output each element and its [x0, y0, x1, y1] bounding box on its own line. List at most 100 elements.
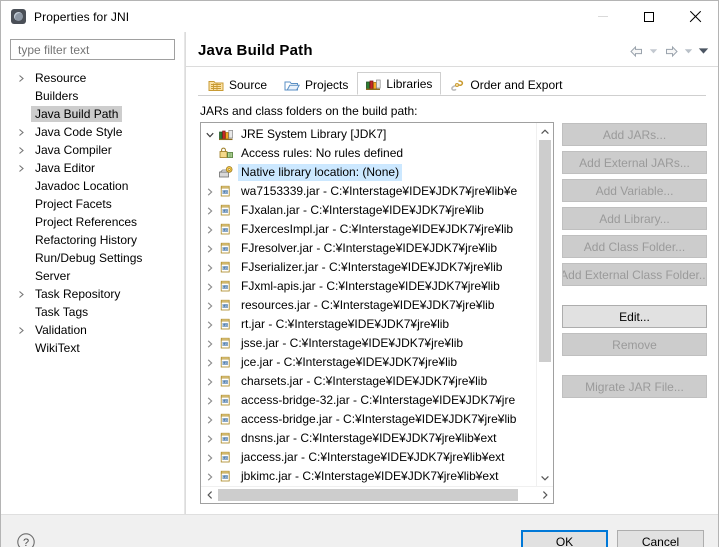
- table-row[interactable]: 010 FJxalan.jar - C:¥Interstage¥IDE¥JDK7…: [201, 201, 536, 220]
- table-row[interactable]: 010 FJresolver.jar - C:¥Interstage¥IDE¥J…: [201, 239, 536, 258]
- back-arrow-icon[interactable]: [627, 43, 645, 59]
- cancel-button[interactable]: Cancel: [617, 529, 704, 547]
- table-row[interactable]: 010 jbkimc.jar - C:¥Interstage¥IDE¥JDK7¥…: [201, 467, 536, 486]
- sidebar-item-resource[interactable]: Resource: [1, 69, 184, 87]
- scroll-down-icon[interactable]: [537, 469, 553, 486]
- expand-chevron-icon[interactable]: [201, 206, 218, 216]
- table-row[interactable]: 010 FJxercesImpl.jar - C:¥Interstage¥IDE…: [201, 220, 536, 239]
- scroll-up-icon[interactable]: [537, 123, 553, 140]
- sidebar-item-task-tags[interactable]: Task Tags: [1, 303, 184, 321]
- table-row[interactable]: 010 resources.jar - C:¥Interstage¥IDE¥JD…: [201, 296, 536, 315]
- sidebar-item-java-compiler[interactable]: Java Compiler: [1, 141, 184, 159]
- sidebar-item-javadoc-location[interactable]: Javadoc Location: [1, 177, 184, 195]
- expand-chevron-icon[interactable]: [201, 282, 218, 292]
- expand-chevron-icon[interactable]: [201, 320, 218, 330]
- add-jars-button[interactable]: Add JARs...: [562, 123, 707, 146]
- sidebar-item-server[interactable]: Server: [1, 267, 184, 285]
- sidebar-item-builders[interactable]: Builders: [1, 87, 184, 105]
- filter-box[interactable]: [10, 39, 175, 60]
- sidebar-item-project-facets[interactable]: Project Facets: [1, 195, 184, 213]
- add-external-jars-button[interactable]: Add External JARs...: [562, 151, 707, 174]
- expand-chevron-icon[interactable]: [201, 453, 218, 463]
- table-row[interactable]: 010 rt.jar - C:¥Interstage¥IDE¥JDK7¥jre¥…: [201, 315, 536, 334]
- expand-chevron-icon[interactable]: [201, 339, 218, 349]
- help-question-icon[interactable]: ?: [15, 531, 37, 547]
- vscroll-thumb[interactable]: [539, 140, 551, 362]
- tab-label: Projects: [305, 78, 349, 92]
- sidebar-item-java-editor[interactable]: Java Editor: [1, 159, 184, 177]
- view-menu-dropdown-icon[interactable]: [697, 43, 710, 59]
- table-row[interactable]: 010 access-bridge.jar - C:¥Interstage¥ID…: [201, 410, 536, 429]
- sidebar-item-java-code-style[interactable]: Java Code Style: [1, 123, 184, 141]
- sidebar-item-task-repository[interactable]: Task Repository: [1, 285, 184, 303]
- table-row[interactable]: 010 wa7153339.jar - C:¥Interstage¥IDE¥JD…: [201, 182, 536, 201]
- tab-libraries[interactable]: Libraries: [357, 72, 442, 95]
- sidebar-item-java-build-path[interactable]: Java Build Path: [1, 105, 184, 123]
- expand-chevron-icon[interactable]: [201, 377, 218, 387]
- table-row[interactable]: 010 jsse.jar - C:¥Interstage¥IDE¥JDK7¥jr…: [201, 334, 536, 353]
- tab-source[interactable]: Source: [200, 74, 276, 95]
- tab-order-and-export[interactable]: Order and Export: [441, 74, 571, 95]
- add-class-folder-button[interactable]: Add Class Folder...: [562, 235, 707, 258]
- sidebar-item-project-references[interactable]: Project References: [1, 213, 184, 231]
- jar-icon: 010: [218, 393, 234, 408]
- scroll-right-icon[interactable]: [536, 487, 553, 503]
- hscroll-track[interactable]: [218, 487, 536, 503]
- table-row[interactable]: JRE System Library [JDK7]: [201, 125, 536, 144]
- add-external-class-folder-button[interactable]: Add External Class Folder...: [562, 263, 707, 286]
- table-row[interactable]: 010 access-bridge-32.jar - C:¥Interstage…: [201, 391, 536, 410]
- expand-chevron-icon[interactable]: [201, 225, 218, 235]
- table-row[interactable]: 010 FJserializer.jar - C:¥Interstage¥IDE…: [201, 258, 536, 277]
- hscroll-thumb[interactable]: [218, 489, 518, 501]
- tree-item-label: Native library location: (None): [238, 164, 403, 181]
- maximize-button[interactable]: [626, 1, 672, 32]
- table-row[interactable]: Access rules: No rules defined: [201, 144, 536, 163]
- sidebar-item-validation[interactable]: Validation: [1, 321, 184, 339]
- collapse-chevron-icon[interactable]: [201, 130, 218, 140]
- sidebar-item-wikitext[interactable]: WikiText: [1, 339, 184, 357]
- forward-history-dropdown-icon[interactable]: [682, 43, 695, 59]
- close-button[interactable]: [672, 1, 718, 32]
- expand-chevron-icon[interactable]: [17, 326, 30, 335]
- expand-chevron-icon[interactable]: [201, 472, 218, 482]
- expand-chevron-icon[interactable]: [201, 415, 218, 425]
- sidebar-item-run-debug-settings[interactable]: Run/Debug Settings: [1, 249, 184, 267]
- expand-chevron-icon[interactable]: [201, 244, 218, 254]
- expand-chevron-icon[interactable]: [17, 164, 30, 173]
- add-variable-button[interactable]: Add Variable...: [562, 179, 707, 202]
- tab-projects[interactable]: Projects: [276, 74, 357, 95]
- migrate-jar-file-button[interactable]: Migrate JAR File...: [562, 375, 707, 398]
- add-library-button[interactable]: Add Library...: [562, 207, 707, 230]
- build-path-tree[interactable]: JRE System Library [JDK7] Access rules: …: [200, 122, 554, 504]
- sidebar-item-refactoring-history[interactable]: Refactoring History: [1, 231, 184, 249]
- jar-icon: 010: [218, 184, 234, 199]
- expand-chevron-icon[interactable]: [201, 396, 218, 406]
- tree-horizontal-scrollbar[interactable]: [201, 486, 553, 503]
- expand-chevron-icon[interactable]: [201, 358, 218, 368]
- table-row[interactable]: 010 jaccess.jar - C:¥Interstage¥IDE¥JDK7…: [201, 448, 536, 467]
- back-history-dropdown-icon[interactable]: [647, 43, 660, 59]
- expand-chevron-icon[interactable]: [201, 434, 218, 444]
- filter-input[interactable]: [16, 41, 169, 58]
- tree-vertical-scrollbar[interactable]: [536, 123, 553, 486]
- expand-chevron-icon[interactable]: [17, 128, 30, 137]
- table-row[interactable]: 010 charsets.jar - C:¥Interstage¥IDE¥JDK…: [201, 372, 536, 391]
- scroll-left-icon[interactable]: [201, 487, 218, 503]
- expand-chevron-icon[interactable]: [201, 187, 218, 197]
- minimize-button[interactable]: [580, 1, 626, 32]
- expand-chevron-icon[interactable]: [17, 290, 30, 299]
- edit-button[interactable]: Edit...: [562, 305, 707, 328]
- vscroll-track[interactable]: [537, 140, 553, 469]
- table-row[interactable]: Native library location: (None): [201, 163, 536, 182]
- sidebar-item-label: WikiText: [35, 341, 80, 355]
- table-row[interactable]: 010 dnsns.jar - C:¥Interstage¥IDE¥JDK7¥j…: [201, 429, 536, 448]
- remove-button[interactable]: Remove: [562, 333, 707, 356]
- table-row[interactable]: 010 jce.jar - C:¥Interstage¥IDE¥JDK7¥jre…: [201, 353, 536, 372]
- table-row[interactable]: 010 FJxml-apis.jar - C:¥Interstage¥IDE¥J…: [201, 277, 536, 296]
- ok-button[interactable]: OK: [521, 529, 608, 547]
- expand-chevron-icon[interactable]: [17, 74, 30, 83]
- expand-chevron-icon[interactable]: [17, 146, 30, 155]
- expand-chevron-icon[interactable]: [201, 263, 218, 273]
- expand-chevron-icon[interactable]: [201, 301, 218, 311]
- forward-arrow-icon[interactable]: [662, 43, 680, 59]
